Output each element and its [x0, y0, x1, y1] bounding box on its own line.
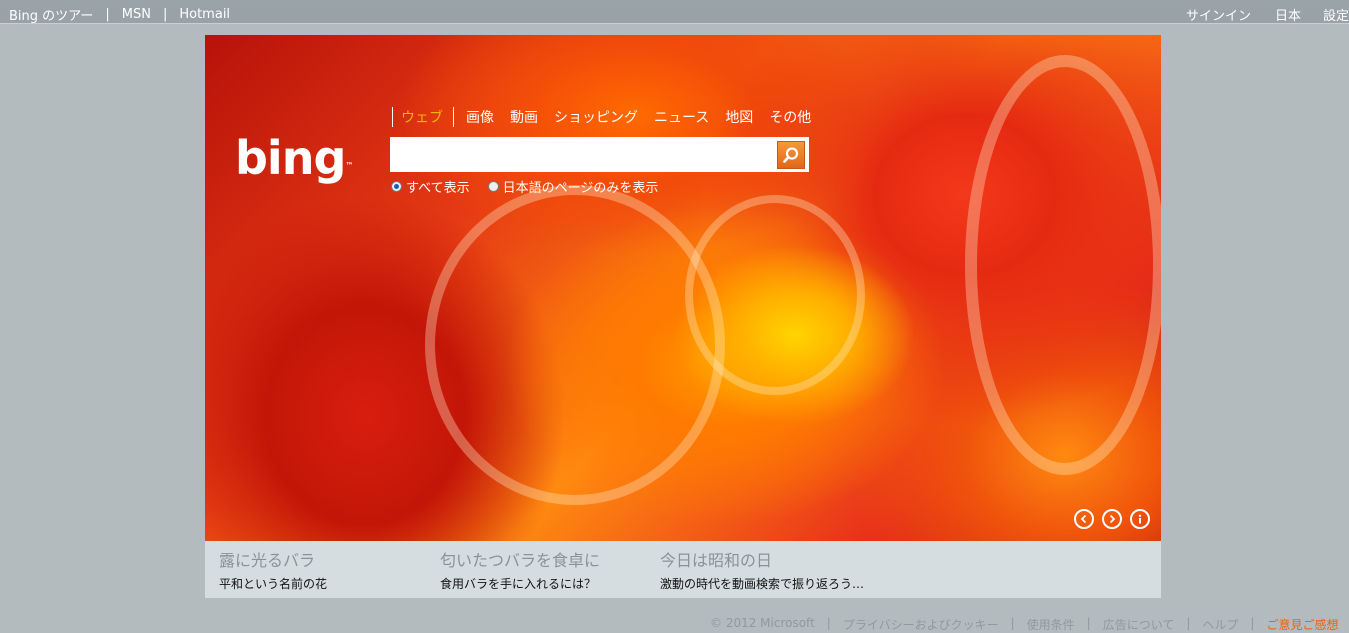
search-scope-options: すべて表示 日本語のページのみを表示 — [391, 177, 676, 196]
info-icon — [1138, 514, 1142, 524]
tab-maps[interactable]: 地図 — [725, 107, 753, 127]
hero-background-image: bing™ ウェブ 画像 動画 ショッピング ニュース 地図 その他 すべて表示… — [205, 35, 1161, 541]
hotspot-heading[interactable]: 今日は昭和の日 — [660, 547, 864, 571]
radio-japanese-only[interactable]: 日本語のページのみを表示 — [487, 177, 658, 196]
feedback-link[interactable]: ご意見ご感想 — [1266, 616, 1338, 633]
hotspot-heading[interactable]: 匂いたつバラを食卓に — [440, 547, 600, 571]
signin-link[interactable]: サインイン — [1186, 5, 1251, 24]
chevron-right-icon — [1109, 514, 1116, 524]
image-info-button[interactable] — [1130, 509, 1150, 529]
privacy-link[interactable]: プライバシーおよびクッキー — [843, 616, 999, 633]
search-button[interactable] — [777, 141, 805, 169]
search-box — [390, 137, 809, 172]
tab-news[interactable]: ニュース — [654, 107, 709, 127]
top-right-links: サインイン 日本 設定 — [1186, 5, 1349, 24]
hotspot-subtext[interactable]: 食用バラを手に入れるには？ — [440, 575, 600, 592]
help-link[interactable]: ヘルプ — [1202, 616, 1238, 633]
tab-shopping[interactable]: ショッピング — [554, 107, 638, 127]
radio-button[interactable] — [487, 181, 499, 192]
tab-videos[interactable]: 動画 — [510, 107, 538, 127]
search-input[interactable] — [394, 141, 774, 168]
footer-links: © 2012 Microsoft | プライバシーおよびクッキー | 使用条件 … — [710, 616, 1349, 633]
hotspot-subtext[interactable]: 平和という名前の花 — [219, 575, 327, 592]
tab-images[interactable]: 画像 — [466, 107, 494, 127]
terms-link[interactable]: 使用条件 — [1027, 616, 1075, 633]
hotspot-subtext[interactable]: 激動の時代を動画検索で振り返ろう… — [660, 575, 864, 592]
msn-link[interactable]: MSN — [122, 7, 151, 22]
separator: | — [1086, 616, 1091, 630]
next-image-button[interactable] — [1102, 509, 1122, 529]
hotspot-heading[interactable]: 露に光るバラ — [219, 547, 327, 571]
previous-image-button[interactable] — [1074, 509, 1094, 529]
separator: | — [826, 616, 831, 630]
settings-link[interactable]: 設定 — [1323, 5, 1349, 24]
bing-tour-link[interactable]: Bing のツアー — [9, 5, 93, 24]
bing-logo[interactable]: bing™ — [235, 135, 353, 181]
image-controls — [1066, 509, 1150, 529]
hotmail-link[interactable]: Hotmail — [179, 7, 230, 22]
search-vertical-tabs: ウェブ 画像 動画 ショッピング ニュース 地図 その他 — [392, 107, 827, 127]
hotspot-item[interactable]: 匂いたつバラを食卓に 食用バラを手に入れるには？ — [440, 547, 600, 592]
rose-petal-swirl — [425, 185, 725, 505]
search-icon — [783, 147, 799, 163]
separator: | — [1186, 616, 1191, 630]
separator: | — [105, 7, 110, 22]
hotspots-strip: 露に光るバラ 平和という名前の花 匂いたつバラを食卓に 食用バラを手に入れるには… — [205, 541, 1161, 598]
separator: | — [162, 7, 168, 22]
chevron-left-icon — [1080, 514, 1087, 524]
tab-web[interactable]: ウェブ — [401, 107, 443, 127]
separator: | — [1250, 616, 1255, 630]
rose-petal-swirl — [685, 195, 865, 395]
radio-all-languages[interactable]: すべて表示 — [391, 177, 470, 196]
tab-more[interactable]: その他 — [769, 107, 811, 127]
region-link[interactable]: 日本 — [1275, 5, 1301, 24]
advertise-link[interactable]: 広告について — [1103, 616, 1175, 633]
separator: | — [1010, 616, 1015, 630]
rose-petal-swirl — [965, 55, 1161, 475]
hotspot-item[interactable]: 露に光るバラ 平和という名前の花 — [219, 547, 327, 592]
copyright-text: © 2012 Microsoft — [710, 616, 815, 630]
radio-button-selected[interactable] — [391, 181, 402, 192]
top-bar: Bing のツアー | MSN | Hotmail サインイン 日本 設定 — [0, 0, 1349, 24]
hotspot-item[interactable]: 今日は昭和の日 激動の時代を動画検索で振り返ろう… — [660, 547, 864, 592]
top-left-links: Bing のツアー | MSN | Hotmail — [9, 5, 230, 24]
